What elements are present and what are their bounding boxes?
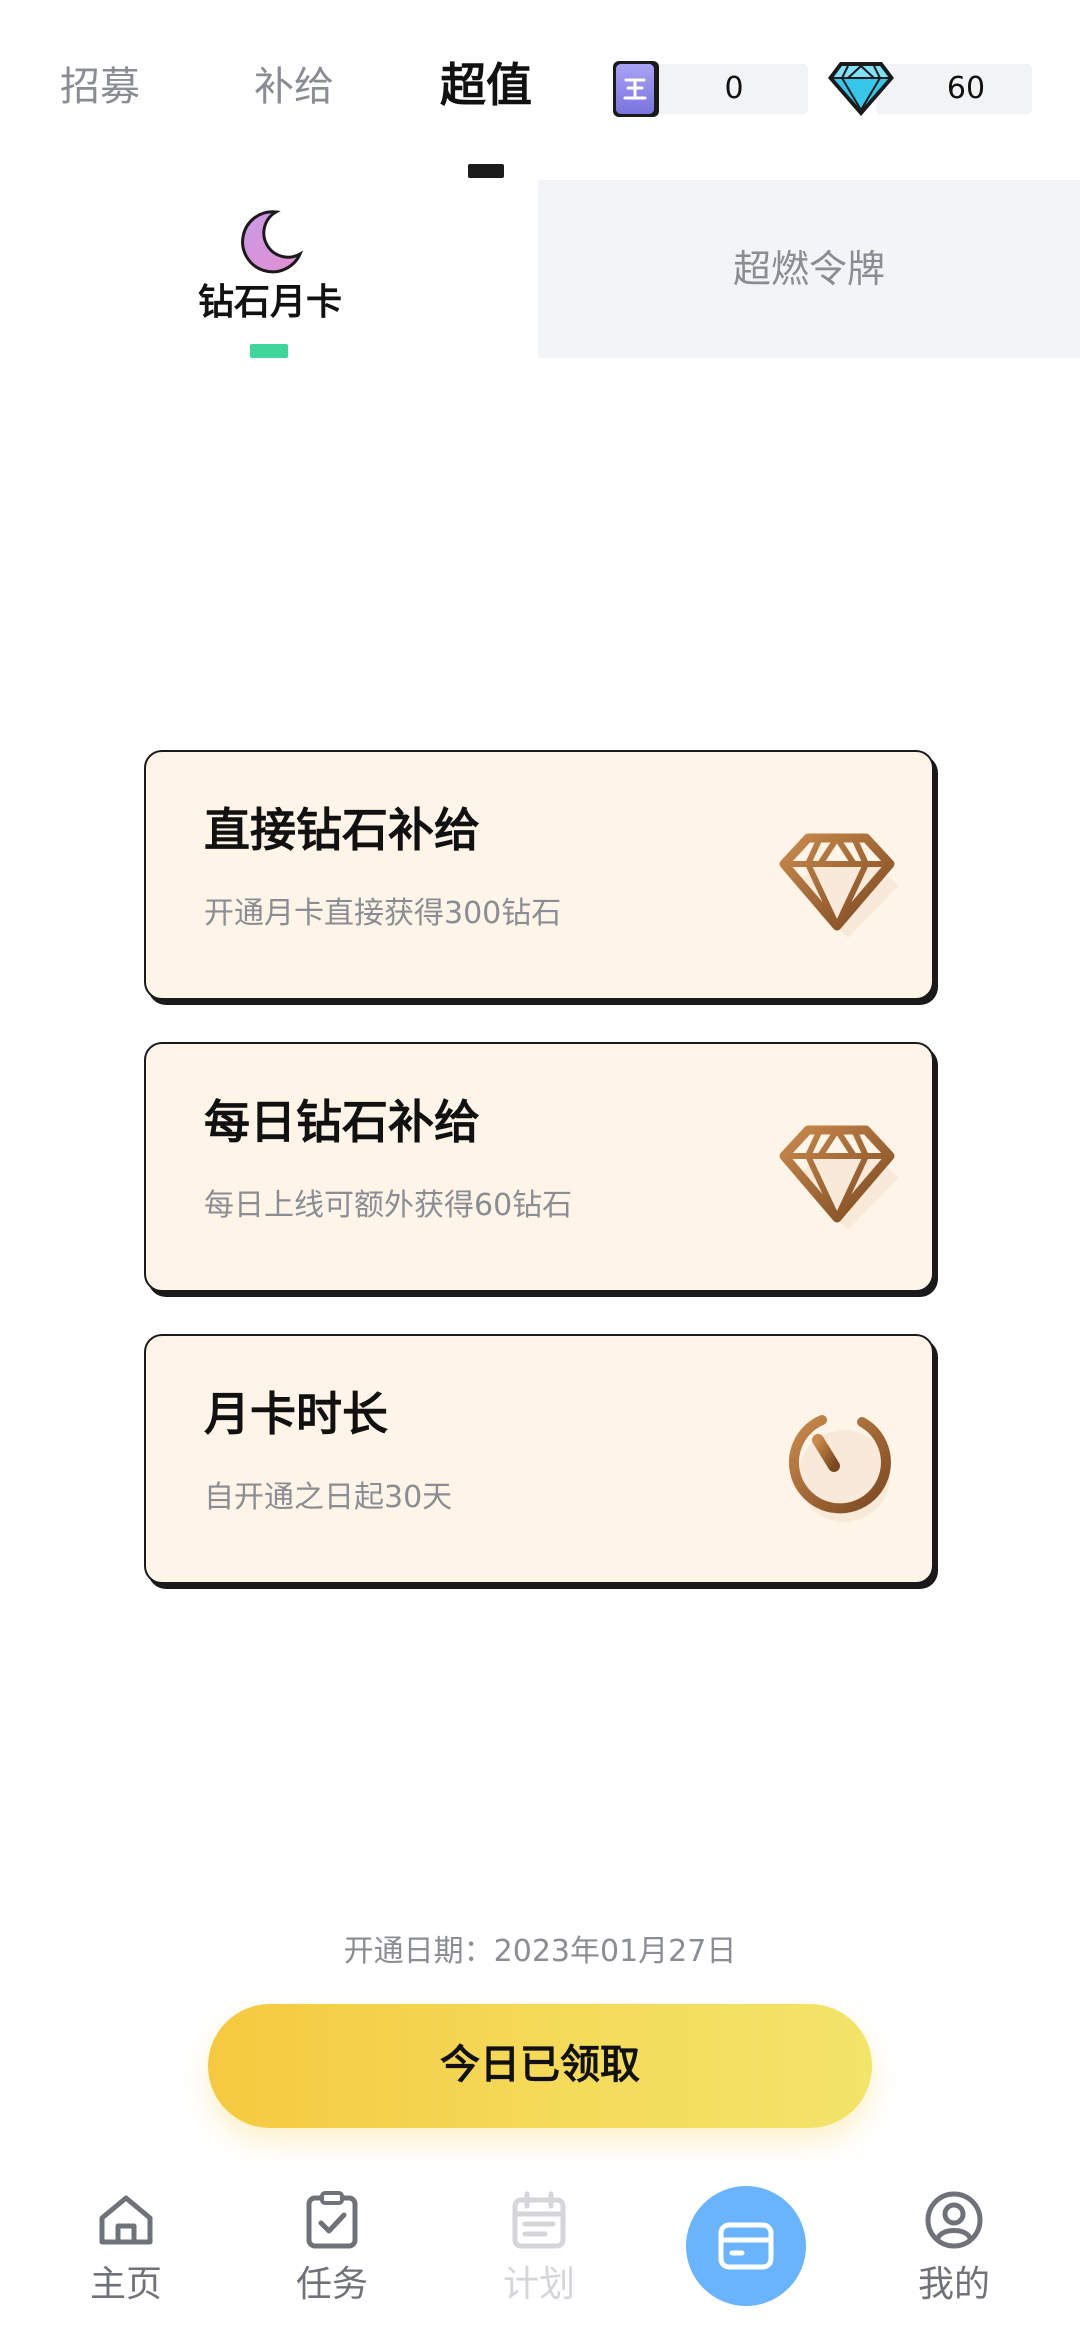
subtab-token-label: 超燃令牌: [732, 247, 885, 291]
nav-plan-label: 计划: [502, 2264, 575, 2305]
tab-recruit[interactable]: 招募: [60, 62, 140, 112]
nav-plan[interactable]: 计划: [459, 2180, 619, 2340]
benefit-card-direct-diamonds: 直接钻石补给 开通月卡直接获得300钻石: [144, 750, 934, 1000]
calendar-icon: [512, 2191, 566, 2249]
diamond-icon: [828, 62, 894, 116]
benefit-card-duration: 月卡时长 自开通之日起30天: [144, 1334, 934, 1584]
moon-icon: [241, 210, 304, 274]
token-card-icon: [613, 61, 659, 117]
nav-task-label: 任务: [295, 2264, 368, 2305]
nav-home-label: 主页: [89, 2264, 162, 2305]
nav-mine-label: 我的: [917, 2264, 990, 2305]
nav-mine[interactable]: 我的: [874, 2180, 1034, 2340]
card-icon: [718, 2222, 774, 2270]
benefit-card-daily-diamonds: 每日钻石补给 每日上线可额外获得60钻石: [144, 1042, 934, 1292]
token-balance[interactable]: 0: [640, 64, 808, 114]
active-subtab-indicator: [250, 344, 288, 358]
nav-task[interactable]: 任务: [252, 2180, 412, 2340]
active-tab-indicator: [468, 164, 504, 178]
claim-today-button[interactable]: 今日已领取: [208, 2004, 872, 2128]
benefit-desc: 开通月卡直接获得300钻石: [204, 896, 562, 931]
subtab-monthly-label: 钻石月卡: [197, 282, 342, 323]
token-count: 0: [724, 71, 744, 106]
benefit-title: 每日钻石补给: [204, 1095, 480, 1149]
activation-date: 开通日期：2023年01月27日: [343, 1934, 737, 1969]
diamond-balance[interactable]: 60: [876, 64, 1032, 114]
diamond-outline-icon: [779, 1125, 898, 1230]
task-clipboard-icon: [306, 2191, 358, 2249]
home-icon: [99, 2195, 153, 2245]
benefit-title: 直接钻石补给: [204, 803, 480, 857]
benefit-desc: 自开通之日起30天: [204, 1480, 453, 1515]
subtab-diamond-monthly-card[interactable]: 钻石月卡: [180, 200, 360, 360]
diamond-outline-icon: [779, 833, 898, 938]
timer-icon: [788, 1415, 891, 1522]
claim-button-label: 今日已领取: [440, 2042, 640, 2088]
diamond-count: 60: [946, 71, 986, 106]
benefit-desc: 每日上线可额外获得60钻石: [204, 1188, 573, 1223]
tab-value[interactable]: 超值: [440, 60, 532, 110]
benefit-title: 月卡时长: [204, 1387, 388, 1441]
nav-card-active[interactable]: [686, 2186, 806, 2306]
subtab-super-token[interactable]: 超燃令牌: [538, 180, 1080, 358]
profile-icon: [925, 2191, 983, 2249]
nav-home[interactable]: 主页: [46, 2180, 206, 2340]
tab-supply[interactable]: 补给: [254, 62, 334, 112]
